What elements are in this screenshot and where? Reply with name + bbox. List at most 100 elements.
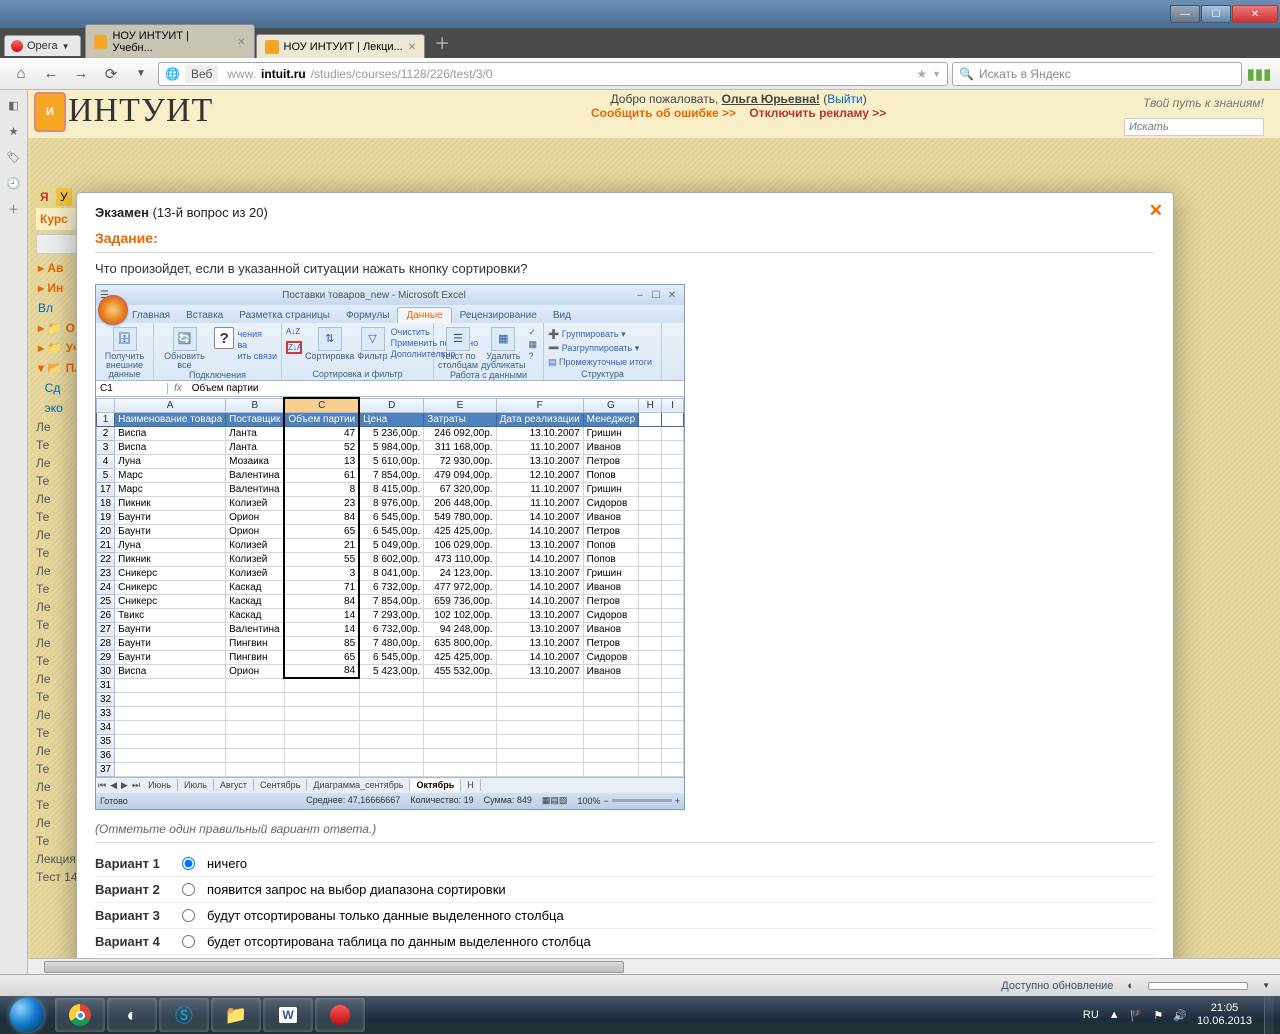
zoom-slider[interactable] — [1148, 982, 1248, 990]
logout-link[interactable]: Выйти — [827, 92, 863, 106]
answer-option-2[interactable]: Вариант 2появится запрос на выбор диапаз… — [95, 877, 1155, 903]
table-row[interactable]: 25СникерсКаскад847 854,00р.659 736,00р.1… — [97, 594, 684, 608]
disable-ads-link[interactable]: Отключить рекламу >> — [749, 106, 886, 120]
filter-button[interactable]: ▽Фильтр — [357, 327, 387, 361]
table-row[interactable]: 22ПикникКолизей558 602,00р.473 110,00р.1… — [97, 552, 684, 566]
get-external-data-button[interactable]: 🗄Получить внешние данные — [100, 327, 149, 379]
ribbon-tab-review[interactable]: Рецензирование — [452, 308, 545, 323]
data-tool-icon[interactable]: ▦ — [528, 339, 542, 350]
answer-radio-3[interactable] — [182, 909, 195, 922]
welcome-name[interactable]: Ольга Юрьевна! — [722, 92, 820, 106]
site-search-input[interactable] — [1124, 118, 1264, 136]
side-in[interactable]: Ин — [47, 281, 63, 295]
back-button[interactable]: ← — [38, 61, 64, 87]
table-row[interactable]: 32 — [97, 692, 684, 706]
table-row[interactable]: 2ВиспаЛанта475 236,00р.246 092,00р.13.10… — [97, 426, 684, 440]
answer-option-1[interactable]: Вариант 1ничего — [95, 851, 1155, 877]
modal-close-button[interactable]: ✕ — [1149, 201, 1163, 221]
search-bar[interactable]: 🔍 Искать в Яндекс — [952, 62, 1242, 86]
reload-button[interactable]: ⟳ — [98, 61, 124, 87]
sort-desc-icon[interactable]: Z↓A — [286, 341, 302, 354]
start-button[interactable] — [0, 996, 54, 1034]
fx-icon[interactable]: fx — [168, 383, 188, 394]
tab-2-close[interactable]: ✕ — [408, 42, 416, 53]
window-minimize-button[interactable]: — — [1170, 5, 1200, 23]
new-tab-button[interactable]: ＋ — [426, 26, 458, 58]
side-eko[interactable]: эко — [45, 401, 63, 415]
table-row[interactable]: 19БаунтиОрион846 545,00р.549 780,00р.14.… — [97, 510, 684, 524]
table-row[interactable]: 29БаунтиПингвин656 545,00р.425 425,00р.1… — [97, 650, 684, 664]
sheet-tab[interactable]: Октябрь — [410, 779, 461, 791]
table-row[interactable]: 18ПикникКолизей238 976,00р.206 448,00р.1… — [97, 496, 684, 510]
column-headers[interactable]: AB C DE FG HI — [97, 398, 684, 412]
side-sd[interactable]: Сд — [45, 381, 61, 395]
panel-icon[interactable]: ★ — [5, 122, 23, 140]
ribbon-tab-layout[interactable]: Разметка страницы — [231, 308, 338, 323]
bookmark-star-icon[interactable]: ★ — [916, 67, 927, 81]
sheet-tabs[interactable]: ⏮◀▶⏭ ИюньИюльАвгустСентябрьДиаграмма_сен… — [96, 777, 684, 793]
answer-option-4[interactable]: Вариант 4будет отсортирована таблица по … — [95, 929, 1155, 955]
ribbon-tab-insert[interactable]: Вставка — [178, 308, 231, 323]
sheet-tab[interactable]: Июнь — [142, 779, 178, 791]
table-row[interactable]: 28БаунтиПингвин857 480,00р.635 800,00р.1… — [97, 636, 684, 650]
table-row[interactable]: 26ТвиксКаскад147 293,00р.102 102,00р.13.… — [97, 608, 684, 622]
edit-links-link[interactable]: ить связи — [237, 351, 277, 361]
answer-option-3[interactable]: Вариант 3будут отсортированы только данн… — [95, 903, 1155, 929]
table-row[interactable]: 30ВиспаОрион845 423,00р.455 532,00р.13.1… — [97, 664, 684, 678]
ribbon-tab-home[interactable]: Главная — [124, 308, 178, 323]
table-row[interactable]: 31 — [97, 678, 684, 692]
spreadsheet-grid[interactable]: AB C DE FG HI 1 Наименование товараПоста… — [96, 397, 684, 777]
table-row[interactable]: 37 — [97, 762, 684, 776]
excel-max[interactable]: ☐ — [648, 290, 664, 301]
sort-asc-icon[interactable]: A↓Z — [286, 327, 302, 340]
table-row[interactable]: 21ЛунаКолизей215 049,00р.106 029,00р.13.… — [97, 538, 684, 552]
tray-volume-icon[interactable]: 🔊 — [1173, 1009, 1187, 1022]
connections-link[interactable]: чения — [237, 329, 277, 339]
table-row[interactable]: 20БаунтиОрион656 545,00р.425 425,00р.14.… — [97, 524, 684, 538]
tray-network-icon[interactable]: ⚑ — [1153, 1009, 1163, 1022]
sheet-tab[interactable]: Диаграмма_сентябрь — [307, 779, 410, 791]
home-button[interactable]: ⌂ — [8, 61, 34, 87]
sheet-tab[interactable]: Июль — [178, 779, 214, 791]
page-horizontal-scrollbar[interactable] — [28, 958, 1280, 974]
tray-lang[interactable]: RU — [1083, 1009, 1099, 1021]
sheet-tab[interactable]: Сентябрь — [254, 779, 307, 791]
office-button[interactable] — [98, 295, 128, 325]
taskbar-item-opera[interactable] — [315, 998, 365, 1032]
panel-icon[interactable]: ◧ — [5, 96, 23, 114]
sheet-tab[interactable]: Август — [214, 779, 254, 791]
table-row[interactable]: 23СникерсКолизей38 041,00р.24 123,00р.13… — [97, 566, 684, 580]
table-row[interactable]: 5МарсВалентина617 854,00р.479 094,00р.12… — [97, 468, 684, 482]
toolbar-dropdown[interactable]: ▼ — [128, 61, 154, 87]
table-row[interactable]: 17МарсВалентина88 415,00р.67 320,00р.11.… — [97, 482, 684, 496]
window-maximize-button[interactable]: ☐ — [1201, 5, 1231, 23]
tray-arrow-icon[interactable]: ▲ — [1109, 1009, 1120, 1021]
site-search[interactable] — [1124, 118, 1264, 136]
ribbon-tab-view[interactable]: Вид — [545, 308, 579, 323]
group-link[interactable]: Группировать — [562, 329, 619, 339]
table-row[interactable]: 24СникерсКаскад716 732,00р.477 972,00р.1… — [97, 580, 684, 594]
system-tray[interactable]: RU ▲ 🏴 ⚑ 🔊 21:05 10.06.2013 — [1083, 1002, 1256, 1028]
excel-close[interactable]: ✕ — [664, 290, 680, 301]
table-row[interactable]: 35 — [97, 734, 684, 748]
text-to-columns-button[interactable]: ☰Текст по столбцам — [438, 327, 478, 370]
panel-icon[interactable]: 🕘 — [5, 174, 23, 192]
address-bar[interactable]: 🌐 Веб www.intuit.ru/studies/courses/1128… — [158, 62, 948, 86]
taskbar-item-skype[interactable]: Ⓢ — [159, 998, 209, 1032]
sort-button[interactable]: ⇅Сортировка — [305, 327, 354, 361]
table-row[interactable]: 3ВиспаЛанта525 984,00р.311 168,00р.11.10… — [97, 440, 684, 454]
answer-radio-2[interactable] — [182, 883, 195, 896]
scrollbar-thumb[interactable] — [44, 961, 624, 973]
taskbar-item-word[interactable]: W — [263, 998, 313, 1032]
ribbon-tab-formulas[interactable]: Формулы — [338, 308, 398, 323]
report-error-link[interactable]: Сообщить об ошибке >> — [591, 106, 736, 120]
answer-radio-4[interactable] — [182, 935, 195, 948]
data-tool-icon[interactable]: ? — [528, 351, 542, 362]
taskbar-item-explorer[interactable]: 📁 — [211, 998, 261, 1032]
panel-add-icon[interactable]: ＋ — [5, 200, 23, 218]
tab-1-close[interactable]: ✕ — [237, 37, 245, 48]
name-box[interactable]: C1 — [96, 383, 168, 394]
table-row[interactable]: 33 — [97, 706, 684, 720]
tray-flag-icon[interactable]: 🏴 — [1130, 1009, 1144, 1022]
ribbon-tab-data[interactable]: Данные — [397, 307, 451, 323]
